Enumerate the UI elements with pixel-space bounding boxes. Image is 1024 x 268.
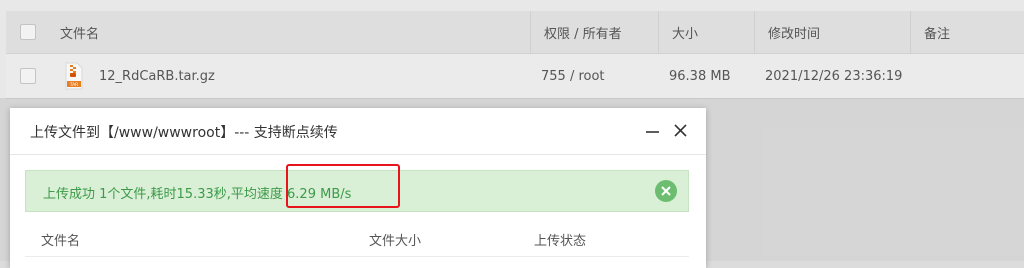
svg-text:TAR: TAR [69, 82, 79, 88]
header-size[interactable]: 大小 [672, 11, 698, 53]
file-size: 96.38 MB [669, 68, 731, 84]
column-divider [754, 11, 755, 53]
select-all-checkbox[interactable] [20, 24, 36, 40]
upload-col-size: 文件大小 [369, 234, 422, 249]
column-divider [658, 11, 659, 53]
row-select-cell[interactable] [20, 54, 36, 98]
gz-archive-icon: TAR [64, 54, 84, 98]
upload-col-status: 上传状态 [534, 234, 587, 249]
header-permission[interactable]: 权限 / 所有者 [544, 11, 622, 53]
upload-list-header: 文件名 文件大小 上传状态 [25, 224, 689, 257]
header-note[interactable]: 备注 [924, 11, 950, 53]
file-permission[interactable]: 755 / root [541, 54, 605, 98]
speed-highlight-box [286, 164, 400, 208]
select-all-cell[interactable] [20, 11, 36, 53]
alert-prefix: 上传成功 1个文件,耗时15.33秒,平均速度 [43, 187, 288, 202]
close-icon[interactable] [670, 120, 692, 142]
minimize-icon[interactable] [642, 120, 664, 142]
row-checkbox[interactable] [20, 68, 36, 84]
column-divider [910, 11, 911, 53]
alert-close-icon[interactable] [655, 180, 677, 202]
header-filename[interactable]: 文件名 [60, 11, 99, 53]
file-mtime: 2021/12/26 23:36:19 [765, 68, 903, 84]
file-name-link[interactable]: 12_RdCaRB.tar.gz [99, 54, 215, 98]
header-mtime[interactable]: 修改时间 [768, 11, 820, 53]
column-divider [530, 11, 531, 53]
file-table-header: 文件名 权限 / 所有者 大小 修改时间 备注 [6, 11, 1024, 54]
dialog-title-bar[interactable]: 上传文件到【/www/wwwroot】--- 支持断点续传 [10, 108, 706, 155]
dialog-title: 上传文件到【/www/wwwroot】--- 支持断点续传 [30, 125, 338, 141]
upload-col-filename: 文件名 [41, 234, 81, 249]
table-row[interactable]: TAR 12_RdCaRB.tar.gz 755 / root 96.38 MB… [6, 54, 1024, 99]
